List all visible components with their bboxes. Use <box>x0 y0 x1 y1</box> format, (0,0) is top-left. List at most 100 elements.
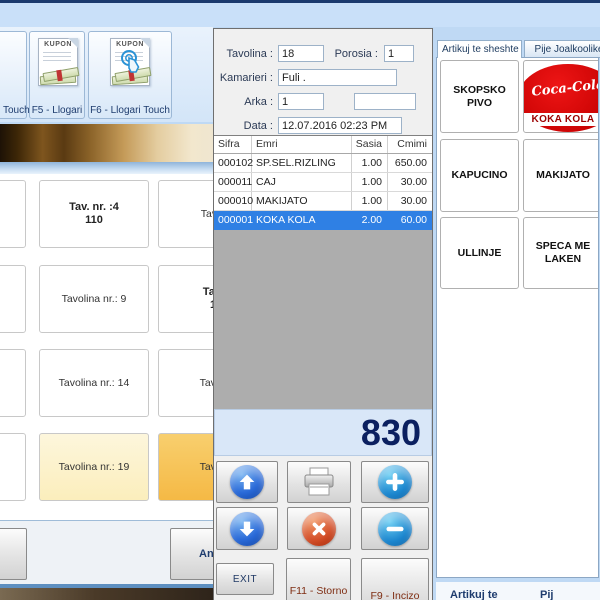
table-button-label: Tavol <box>187 208 213 221</box>
table-button-partial[interactable] <box>0 180 26 248</box>
product-label: SKOPSKO PIVO <box>441 84 518 110</box>
order-panel: Tavolina : Porosia : Kamarieri : Arka : … <box>213 28 433 600</box>
product-button-kapucino[interactable]: KAPUCINO <box>440 139 519 212</box>
porosia-input[interactable] <box>384 45 414 62</box>
cell-sasia: 1.00 <box>352 173 388 191</box>
table-button-tavolina-9[interactable]: Tavolina nr.: 9 <box>39 265 149 333</box>
cell-sifra: 000102 <box>214 154 252 172</box>
cell-sifra: 000011 <box>214 173 252 191</box>
minus-icon <box>378 512 412 546</box>
table-button-partial-right[interactable]: Tavoli <box>158 433 213 501</box>
arrow-up-icon <box>230 465 264 499</box>
arka-label: Arka : <box>214 96 273 108</box>
product-label: KAPUCINO <box>451 169 507 182</box>
plus-icon <box>378 465 412 499</box>
banner-blue-strip <box>0 162 213 174</box>
cell-sasia: 1.00 <box>352 192 388 210</box>
bottom-right-tabs-partial: Artikuj te Pij <box>436 582 600 600</box>
toolbar-button-partial-touch[interactable]: Touch <box>0 31 27 119</box>
articles-panel: Artikuj te sheshte Pije Joalkoolike SKOP… <box>436 33 600 580</box>
f5-llogari-label: F5 - Llogari <box>30 105 84 116</box>
col-header-cmimi[interactable]: Cmimi <box>388 136 432 153</box>
printer-icon <box>302 467 336 497</box>
ribbon-toolbar: Touch KUPON F5 - Llogari KUPON <box>0 27 213 122</box>
cell-cmimi: 60.00 <box>388 211 432 229</box>
table-button-label: Tavolina nr.: 14 <box>59 377 130 390</box>
table-button-partial[interactable] <box>0 433 26 501</box>
tables-area: Tav. nr. :4 110 Tavol Tavolina nr.: 9 Ta… <box>0 122 213 600</box>
product-button-speca-me-laken[interactable]: SPECA ME LAKEN <box>523 217 599 289</box>
kupon-receipt-money-icon: KUPON <box>38 38 78 86</box>
product-button-koka-kola[interactable]: Coca-Cola KOKA KOLA <box>523 60 599 133</box>
order-items-table: Sifra Emri Sasia Cmimi 000102 SP.SEL.RIZ… <box>214 135 432 410</box>
cell-emri: MAKIJATO <box>252 192 352 210</box>
cell-emri: KOKA KOLA <box>252 211 352 229</box>
product-label: LAKEN <box>536 253 590 266</box>
table-row-selected[interactable]: 000001 KOKA KOLA 2.00 60.00 <box>214 211 432 230</box>
arka-input[interactable] <box>278 93 324 110</box>
print-button[interactable] <box>287 461 351 503</box>
tavolina-label: Tavolina : <box>214 48 273 60</box>
exit-button[interactable]: EXIT <box>216 563 274 595</box>
porosia-label: Porosia : <box>314 48 378 60</box>
cell-sasia: 1.00 <box>352 154 388 172</box>
f5-llogari-button[interactable]: KUPON F5 - Llogari <box>29 31 85 119</box>
move-down-button[interactable] <box>216 507 278 550</box>
touch-hand-icon <box>116 47 142 81</box>
tab-artikuj-te-sheshte[interactable]: Artikuj te sheshte <box>437 40 522 58</box>
col-header-emri[interactable]: Emri <box>252 136 352 153</box>
partial-tab-label[interactable]: Artikuj te <box>450 589 498 600</box>
table-button-label: Tav. nr. :4 <box>69 201 119 214</box>
tab-pije-joalkoolike[interactable]: Pije Joalkoolike <box>524 40 600 58</box>
f9-incizo-button[interactable]: F9 - Incizo <box>361 558 429 600</box>
cancel-x-icon <box>302 512 336 546</box>
bottom-strip-partial-button[interactable] <box>0 528 27 580</box>
arka-secondary-input[interactable] <box>354 93 416 110</box>
table-button-partial-right[interactable]: Tavol <box>158 180 213 248</box>
coca-cola-script-text: Coca-Cola <box>523 77 599 100</box>
arrow-down-icon <box>230 512 264 546</box>
toolbar-partial-label: Touch <box>0 105 26 116</box>
table-button-partial[interactable] <box>0 265 26 333</box>
increase-quantity-button[interactable] <box>361 461 429 503</box>
col-header-sifra[interactable]: Sifra <box>214 136 252 153</box>
table-button-tav-4[interactable]: Tav. nr. :4 110 <box>39 180 149 248</box>
exit-label: EXIT <box>233 574 257 585</box>
table-button-partial-right[interactable]: Tav. 1 <box>158 265 213 333</box>
delete-item-button[interactable] <box>287 507 351 550</box>
table-button-label: Tavolina nr.: 19 <box>59 461 130 474</box>
data-input[interactable] <box>278 117 402 134</box>
pos-app-window: Touch KUPON F5 - Llogari KUPON <box>0 0 600 600</box>
partial-tab-label[interactable]: Pij <box>540 589 553 600</box>
move-up-button[interactable] <box>216 461 278 503</box>
cell-sasia: 2.00 <box>352 211 388 229</box>
product-label: KOKA KOLA <box>532 113 595 126</box>
table-row[interactable]: 000011 CAJ 1.00 30.00 <box>214 173 432 192</box>
f11-storno-label: F11 - Storno <box>290 585 348 597</box>
product-button-makijato[interactable]: MAKIJATO <box>523 139 599 212</box>
table-button-label: Tavolina nr.: 9 <box>62 293 127 306</box>
table-button-tavolina-19[interactable]: Tavolina nr.: 19 <box>39 433 149 501</box>
product-label: MAKIJATO <box>536 169 590 182</box>
kupon-doc-title: KUPON <box>39 41 77 48</box>
f11-storno-button[interactable]: F11 - Storno <box>286 558 351 600</box>
table-row[interactable]: 000102 SP.SEL.RIZLING 1.00 650.00 <box>214 154 432 173</box>
table-button-partial-right[interactable]: Tavoli <box>158 349 213 417</box>
col-header-sasia[interactable]: Sasia <box>352 136 388 153</box>
table-button-label: Tavoli <box>187 461 213 474</box>
bottom-strip-partial-button-an[interactable]: An <box>170 528 213 580</box>
data-label: Data : <box>214 120 273 132</box>
product-button-ullinje[interactable]: ULLINJE <box>440 217 519 289</box>
decrease-quantity-button[interactable] <box>361 507 429 550</box>
table-button-tavolina-14[interactable]: Tavolina nr.: 14 <box>39 349 149 417</box>
kamarieri-input[interactable] <box>278 69 397 86</box>
cell-emri: CAJ <box>252 173 352 191</box>
window-title-band <box>0 3 600 27</box>
kupon-receipt-touch-icon: KUPON <box>110 38 150 86</box>
f6-llogari-touch-button[interactable]: KUPON F6 - Llogari Touch <box>88 31 172 119</box>
f9-incizo-label: F9 - Incizo <box>370 590 419 600</box>
product-button-skopsko-pivo[interactable]: SKOPSKO PIVO <box>440 60 519 133</box>
table-button-partial[interactable] <box>0 349 26 417</box>
table-row[interactable]: 000010 MAKIJATO 1.00 30.00 <box>214 192 432 211</box>
cell-cmimi: 650.00 <box>388 154 432 172</box>
